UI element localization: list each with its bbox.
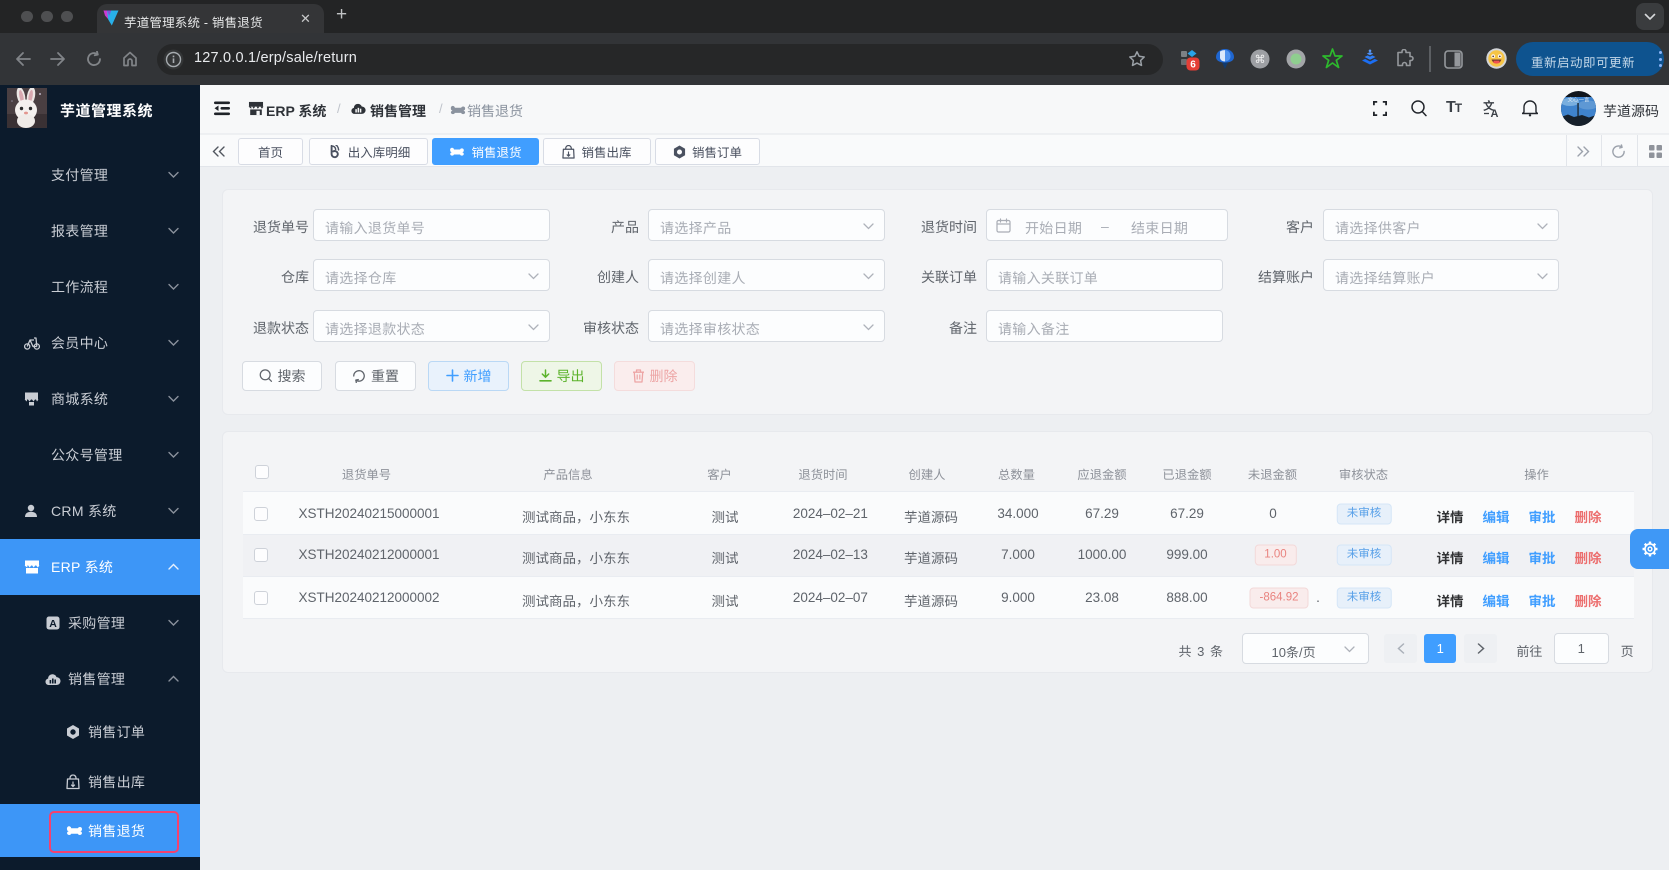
- svg-text:A: A: [1491, 108, 1499, 118]
- svg-text:6: 6: [1190, 60, 1196, 71]
- svg-text:文心一言: 文心一言: [1567, 97, 1590, 104]
- svg-text:⌘: ⌘: [1255, 54, 1266, 66]
- svg-text:A: A: [49, 618, 57, 630]
